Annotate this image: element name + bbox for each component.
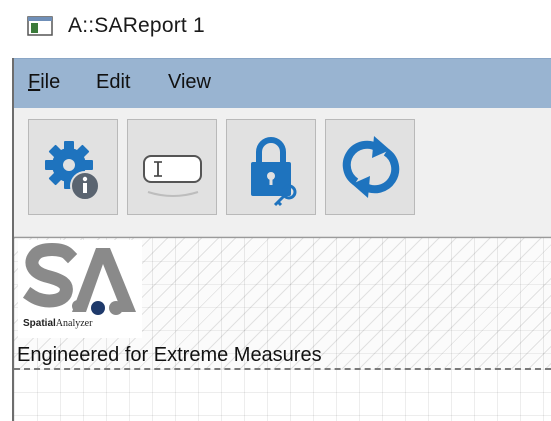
title-bar[interactable]: A::SAReport 1 [0, 0, 551, 56]
refresh-icon [342, 136, 400, 198]
report-window: A::SAReport 1 File Edit View SpatialAnal… [0, 0, 551, 421]
report-grid-area [14, 369, 551, 421]
sa-logo-mark [22, 243, 136, 315]
spatial-analyzer-logo: SpatialAnalyzer [18, 240, 142, 338]
section-divider [14, 368, 551, 370]
text-field-button[interactable] [127, 119, 217, 215]
menu-view[interactable]: View [168, 71, 211, 94]
gear-info-icon [45, 141, 100, 201]
menu-bar: File Edit View [14, 58, 551, 109]
report-canvas[interactable]: SpatialAnalyzer Engineered for Extreme M… [14, 237, 551, 421]
menu-file-label-rest: ile [40, 71, 61, 93]
menu-file-mnemonic: F [28, 71, 41, 93]
toolbar [14, 108, 551, 237]
menu-edit[interactable]: Edit [96, 71, 130, 94]
app-window-icon [27, 16, 53, 36]
lock-button[interactable] [226, 119, 316, 215]
text-field-icon [143, 155, 202, 197]
refresh-button[interactable] [325, 119, 415, 215]
report-tagline: Engineered for Extreme Measures [17, 344, 322, 366]
lock-key-icon [251, 137, 297, 207]
window-title: A::SAReport 1 [68, 14, 205, 37]
logo-caption-rest: Analyzer [55, 318, 93, 329]
logo-caption-bold: Spatial [23, 318, 56, 329]
settings-info-button[interactable] [28, 119, 118, 215]
logo-caption: SpatialAnalyzer [23, 318, 92, 329]
menu-file[interactable]: File [28, 71, 60, 94]
